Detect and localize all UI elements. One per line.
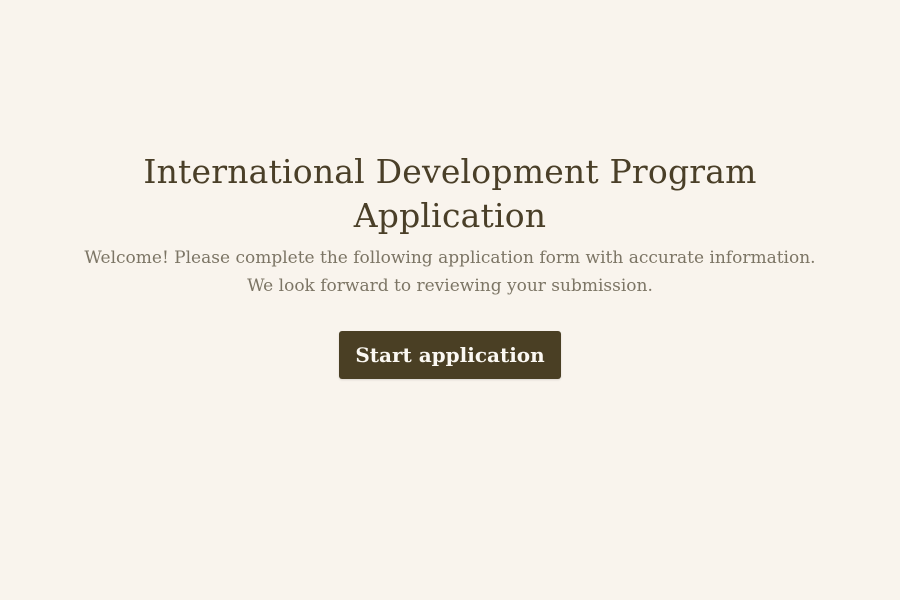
welcome-description: Welcome! Please complete the following a… (50, 244, 850, 300)
start-application-button[interactable]: Start application (339, 331, 561, 379)
page-title: International Development Program Applic… (143, 152, 757, 235)
form-welcome-page: International Development Program Applic… (0, 0, 900, 600)
welcome-section: International Development Program Applic… (0, 150, 900, 379)
welcome-description-line-2: We look forward to reviewing your submis… (247, 276, 653, 296)
welcome-description-line-1: Welcome! Please complete the following a… (84, 248, 816, 268)
